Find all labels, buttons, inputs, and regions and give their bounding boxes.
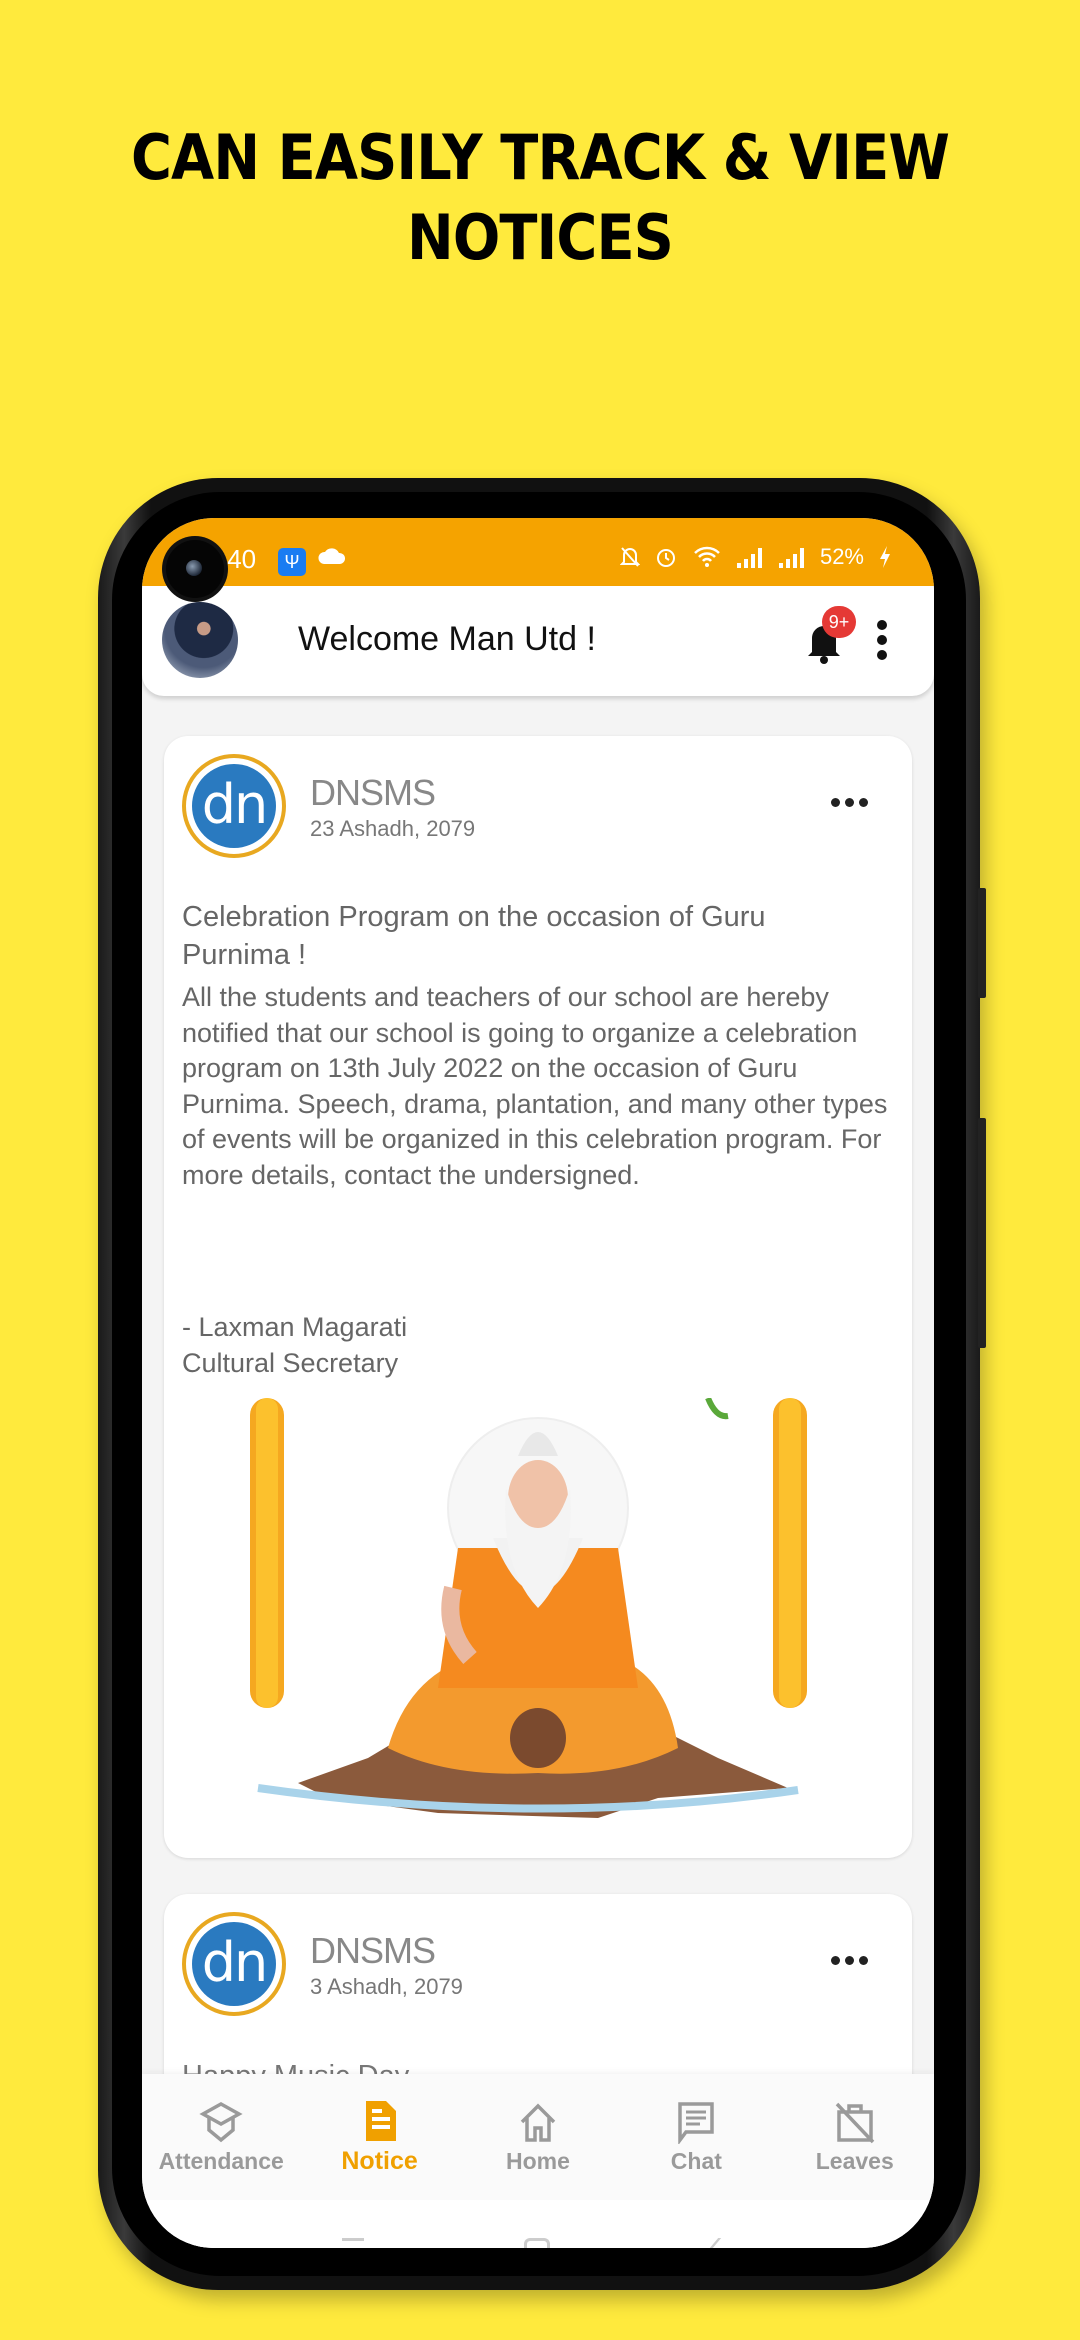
chat-icon [678, 2101, 715, 2144]
graduation-cap-icon [199, 2101, 243, 2142]
battery-percent: 52% [819, 544, 864, 569]
cloud-icon [318, 548, 346, 564]
notice-signature: - Laxman Magarati Cultural Secretary [182, 1310, 407, 1381]
avatar[interactable] [162, 602, 238, 678]
kebab-dot [877, 650, 887, 660]
notice-body: All the students and teachers of our sch… [182, 982, 888, 1190]
dot [845, 1956, 854, 1965]
dot [831, 1956, 840, 1965]
app-header: Welcome Man Utd ! 9+ [142, 586, 934, 696]
headline-line-1: CAN EASILY TRACK & VIEW [130, 121, 950, 194]
home-icon [520, 2103, 556, 2142]
alarm-icon [656, 549, 675, 567]
nav-label: Attendance [158, 2147, 284, 2174]
power-button [978, 1118, 986, 1348]
document-icon [365, 2100, 396, 2141]
marigold-garland-left [250, 1398, 284, 1708]
mute-icon [619, 547, 640, 567]
notice-card[interactable]: dn DNSMS 23 Ashadh, 2079 Celebration Pro… [164, 736, 912, 1858]
signal-icon-2 [778, 548, 804, 568]
bottom-navigation: Attendance Notice Home Chat Leaves [142, 2074, 934, 2200]
notice-image[interactable] [238, 1398, 838, 1828]
status-icons: 52% [619, 544, 892, 570]
org-name: DNSMS [310, 772, 436, 813]
signature-name: - Laxman Magarati [182, 1312, 408, 1342]
nav-label: Chat [670, 2147, 722, 2174]
nav-label: Leaves [815, 2147, 894, 2174]
nav-label: Notice [341, 2146, 418, 2175]
home-button[interactable] [524, 2238, 550, 2248]
notice-title: Celebration Program on the occasion of G… [182, 901, 766, 971]
charging-icon [880, 546, 890, 568]
nav-chat[interactable]: Chat [617, 2100, 775, 2175]
org-logo: dn [182, 754, 286, 858]
kebab-dot [877, 635, 887, 645]
headline-line-2: NOTICES [407, 201, 674, 274]
status-time: :40 [220, 544, 257, 574]
notification-badge: 9+ [822, 606, 856, 638]
nav-label: Home [506, 2147, 570, 2174]
status-bar: :40 Ψ 52% [142, 518, 934, 586]
more-options-icon[interactable] [831, 798, 868, 807]
wifi-icon [694, 546, 720, 567]
org-name: DNSMS [310, 1930, 436, 1971]
nav-attendance[interactable]: Attendance [142, 2100, 300, 2175]
org-logo-mark: dn [192, 1922, 276, 2006]
kebab-dot [877, 620, 887, 630]
more-options-icon[interactable] [831, 1956, 868, 1965]
dot [831, 798, 840, 807]
dot [859, 798, 868, 807]
recents-button[interactable] [342, 2238, 364, 2241]
nav-home[interactable]: Home [459, 2100, 617, 2175]
dot [859, 1956, 868, 1965]
back-button[interactable] [709, 2238, 722, 2248]
nav-leaves[interactable]: Leaves [776, 2100, 934, 2175]
signature-role: Cultural Secretary [182, 1347, 399, 1378]
welcome-text: Welcome Man Utd ! [298, 620, 596, 658]
post-date: 3 Ashadh, 2079 [310, 1974, 463, 1999]
promo-headline: CAN EASILY TRACK & VIEW NOTICES [54, 118, 1026, 278]
usb-icon: Ψ [278, 548, 306, 576]
overflow-menu-button[interactable] [872, 620, 892, 660]
dot [845, 798, 854, 807]
nav-notice[interactable]: Notice [301, 2099, 459, 2176]
org-logo-mark: dn [192, 764, 276, 848]
marigold-garland-right [773, 1398, 807, 1708]
app-screen: :40 Ψ 52% Welcome Man Utd ! 9+ dn DNSMS … [142, 518, 934, 2248]
volume-button [978, 888, 986, 998]
org-logo: dn [182, 1912, 286, 2016]
front-camera [166, 540, 224, 598]
system-navigation-bar [142, 2200, 934, 2248]
signal-icon [736, 548, 762, 568]
leave-off-icon [835, 2102, 875, 2143]
post-date: 23 Ashadh, 2079 [310, 816, 476, 841]
